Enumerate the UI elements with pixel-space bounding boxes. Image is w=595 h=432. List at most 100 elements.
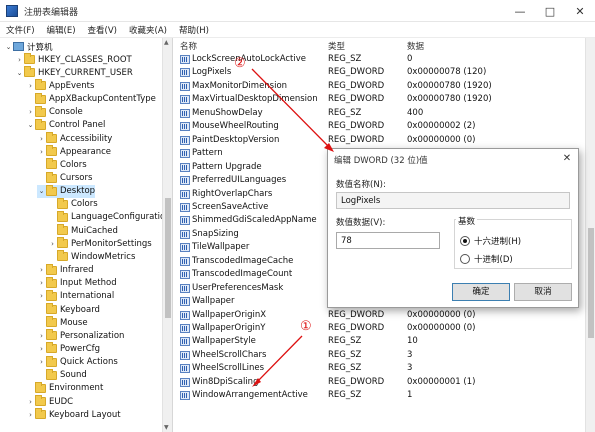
tree-item[interactable]: › PerMonitorSettings — [48, 237, 152, 250]
maximize-button[interactable]: □ — [535, 0, 565, 22]
registry-value-icon — [180, 256, 190, 266]
list-row[interactable]: Win8DpiScaling REG_DWORD 0x00000001 (1) — [174, 376, 595, 390]
list-row[interactable]: WheelScrollLines REG_SZ 3 — [174, 362, 595, 376]
column-name[interactable]: 名称 — [180, 40, 197, 52]
tree-item[interactable]: Environment — [26, 381, 103, 395]
menu-favorites[interactable]: 收藏夹(A) — [123, 22, 173, 37]
expander-icon[interactable]: › — [37, 358, 46, 366]
list-scroll-thumb[interactable] — [588, 228, 594, 338]
cell-type: REG_DWORD — [328, 309, 385, 320]
value-data-field[interactable] — [336, 232, 440, 249]
menu-file[interactable]: 文件(F) — [0, 22, 41, 37]
tree-item[interactable]: AppXBackupContentType — [26, 92, 156, 106]
value-name-field[interactable] — [336, 192, 570, 209]
tree-item[interactable]: › Quick Actions — [37, 355, 118, 369]
dec-radio[interactable]: 十进制(D) — [460, 253, 513, 265]
tree-item[interactable]: Colors — [48, 197, 98, 211]
tree-item[interactable]: Mouse — [37, 316, 88, 329]
expander-icon[interactable]: › — [26, 82, 35, 90]
tree-item[interactable]: › Keyboard Layout — [26, 408, 121, 421]
list-scrollbar[interactable] — [585, 38, 595, 432]
list-row[interactable]: WindowArrangementActive REG_SZ 1 — [174, 389, 595, 403]
minimize-button[interactable]: — — [505, 0, 535, 22]
tree-item[interactable]: Colors — [37, 158, 87, 171]
list-row[interactable]: PaintDesktopVersion REG_DWORD 0x00000000 (… — [174, 134, 595, 148]
radio-unselected-icon[interactable] — [460, 254, 470, 264]
list-row[interactable]: MouseWheelRouting REG_DWORD 0x00000002 (2) — [174, 120, 595, 134]
tree-scrollbar[interactable]: ▲ ▼ — [162, 38, 172, 432]
tree-item[interactable]: › Input Method — [37, 276, 117, 290]
hex-radio[interactable]: 十六进制(H) — [460, 235, 521, 247]
tree-item[interactable]: Sound — [37, 368, 87, 382]
tree-item[interactable]: › International — [37, 289, 114, 303]
tree-item[interactable]: › Appearance — [37, 145, 111, 158]
tree-item[interactable]: ⌄ Desktop — [37, 184, 96, 198]
list-row[interactable]: MenuShowDelay REG_SZ 400 — [174, 107, 595, 121]
tree-item[interactable]: › Accessibility — [37, 132, 112, 145]
expander-icon[interactable]: › — [26, 108, 35, 116]
tree-item-label: Personalization — [60, 330, 125, 341]
cell-name: LockScreenAutoLockActive — [192, 54, 307, 64]
tree-item-label: AppXBackupContentType — [49, 94, 156, 105]
expander-icon[interactable]: ⌄ — [4, 43, 13, 51]
expander-icon[interactable]: › — [37, 266, 46, 274]
tree-item[interactable]: Keyboard — [37, 303, 100, 316]
tree-item[interactable]: WindowMetrics — [48, 250, 135, 263]
list-row[interactable]: WallpaperOriginX REG_DWORD 0x00000000 (0) — [174, 309, 595, 323]
expander-icon[interactable]: › — [26, 398, 35, 406]
expander-icon[interactable]: ⌄ — [26, 121, 35, 129]
tree-item-label: Input Method — [60, 278, 117, 289]
cell-name: PreferredUILanguages — [192, 175, 287, 186]
column-type[interactable]: 类型 — [328, 40, 345, 52]
menu-edit[interactable]: 编辑(E) — [41, 22, 82, 37]
expander-icon[interactable]: › — [48, 240, 57, 248]
tree-item[interactable]: › Personalization — [37, 329, 124, 342]
tree-item[interactable]: LanguageConfiguratio — [48, 210, 165, 224]
expander-icon[interactable]: › — [37, 279, 46, 287]
expander-icon[interactable]: ⌄ — [15, 69, 24, 77]
list-row[interactable]: WheelScrollChars REG_SZ 3 — [174, 349, 595, 363]
expander-icon[interactable]: › — [37, 332, 46, 340]
tree-item[interactable]: ⌄ Control Panel — [26, 118, 105, 132]
ok-button[interactable]: 确定 — [452, 283, 510, 301]
tree-item[interactable]: › Infrared — [37, 263, 94, 277]
tree-item[interactable]: Cursors — [37, 171, 92, 185]
column-data[interactable]: 数据 — [407, 40, 424, 52]
tree-item[interactable]: › Console — [26, 105, 83, 119]
cell-name: WheelScrollChars — [192, 349, 267, 360]
cell-type: REG_DWORD — [328, 323, 385, 333]
tree-scroll-thumb[interactable] — [165, 198, 171, 318]
tree-item[interactable]: ⌄ 计算机 — [4, 40, 53, 53]
expander-icon[interactable]: › — [37, 345, 46, 353]
expander-icon[interactable]: › — [37, 148, 46, 156]
scroll-up-icon[interactable]: ▲ — [164, 39, 169, 46]
list-header: 名称 类型 数据 — [174, 38, 595, 52]
scroll-down-icon[interactable]: ▼ — [164, 424, 169, 431]
list-row[interactable]: MaxMonitorDimension REG_DWORD 0x00000780 (… — [174, 80, 595, 94]
registry-value-icon — [180, 364, 190, 374]
list-row[interactable]: MaxVirtualDesktopDimension REG_DWORD 0x000… — [174, 93, 595, 107]
tree-item[interactable]: MuiCached — [48, 224, 118, 237]
dialog-close-button[interactable]: ✕ — [560, 152, 574, 166]
expander-icon[interactable]: › — [26, 411, 35, 419]
menu-view[interactable]: 查看(V) — [82, 22, 123, 37]
tree-item[interactable]: › HKEY_CLASSES_ROOT — [15, 53, 132, 66]
tree-item-label: 计算机 — [27, 42, 53, 53]
expander-icon[interactable]: › — [15, 56, 24, 64]
tree-item[interactable]: ⌄ HKEY_CURRENT_USER — [15, 66, 133, 79]
cell-data: 0x00000078 (120) — [407, 67, 487, 78]
expander-icon[interactable]: › — [37, 292, 46, 300]
list-row[interactable]: WallpaperStyle REG_SZ 10 — [174, 335, 595, 349]
tree-item[interactable]: › PowerCfg — [37, 342, 100, 355]
expander-icon[interactable]: › — [37, 135, 46, 143]
list-row[interactable]: WallpaperOriginY REG_DWORD 0x00000000 (0) — [174, 322, 595, 336]
tree-item[interactable]: › AppEvents — [26, 79, 94, 92]
menu-help[interactable]: 帮助(H) — [173, 22, 215, 37]
cancel-button[interactable]: 取消 — [514, 283, 572, 301]
radio-selected-icon[interactable] — [460, 236, 470, 246]
expander-icon[interactable]: ⌄ — [37, 187, 46, 195]
tree-item-label: Infrared — [60, 265, 94, 276]
folder-icon — [46, 303, 57, 314]
tree-item[interactable]: › EUDC — [26, 395, 73, 408]
close-button[interactable]: ✕ — [565, 0, 595, 22]
